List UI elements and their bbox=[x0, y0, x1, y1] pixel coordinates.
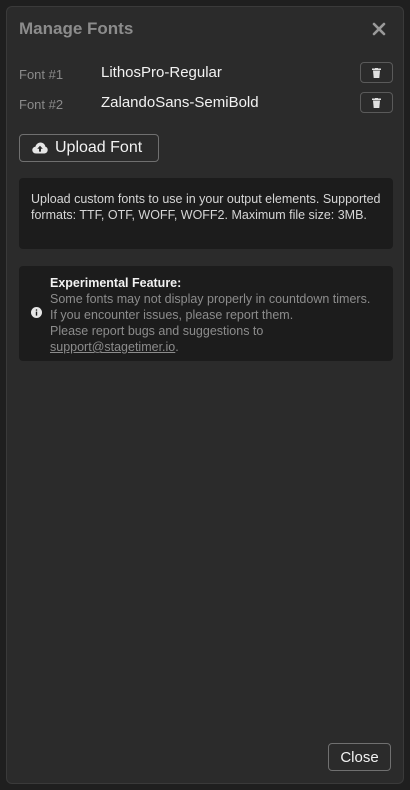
experimental-line-3: Please report bugs and suggestions to bbox=[50, 324, 264, 338]
experimental-line-2: If you encounter issues, please report t… bbox=[50, 308, 294, 322]
close-icon[interactable] bbox=[371, 21, 387, 37]
delete-font-button[interactable] bbox=[360, 62, 393, 83]
support-email-link[interactable]: support@stagetimer.io bbox=[50, 340, 175, 354]
font-row-2: Font #2 ZalandoSans-SemiBold bbox=[19, 92, 393, 116]
upload-info-box: Upload custom fonts to use in your outpu… bbox=[19, 178, 393, 249]
manage-fonts-dialog: Manage Fonts Font #1 LithosPro-Regular F… bbox=[6, 6, 404, 784]
experimental-text: Experimental Feature: Some fonts may not… bbox=[50, 275, 390, 355]
cloud-upload-icon bbox=[32, 142, 48, 154]
font-name: LithosPro-Regular bbox=[101, 64, 222, 81]
upload-font-label: Upload Font bbox=[55, 139, 143, 156]
trash-icon bbox=[372, 97, 381, 108]
dialog-title: Manage Fonts bbox=[19, 19, 134, 38]
experimental-title: Experimental Feature: bbox=[50, 276, 182, 290]
link-suffix: . bbox=[175, 340, 179, 354]
delete-font-button[interactable] bbox=[360, 92, 393, 113]
experimental-feature-box: Experimental Feature: Some fonts may not… bbox=[19, 266, 393, 361]
font-name: ZalandoSans-SemiBold bbox=[101, 94, 259, 111]
close-button[interactable]: Close bbox=[328, 743, 391, 771]
font-row-1: Font #1 LithosPro-Regular bbox=[19, 62, 393, 86]
info-icon bbox=[31, 307, 42, 318]
experimental-line-1: Some fonts may not display properly in c… bbox=[50, 292, 371, 306]
font-label: Font #2 bbox=[19, 97, 64, 112]
upload-font-button[interactable]: Upload Font bbox=[19, 134, 159, 162]
trash-icon bbox=[372, 67, 381, 78]
font-label: Font #1 bbox=[19, 67, 64, 82]
